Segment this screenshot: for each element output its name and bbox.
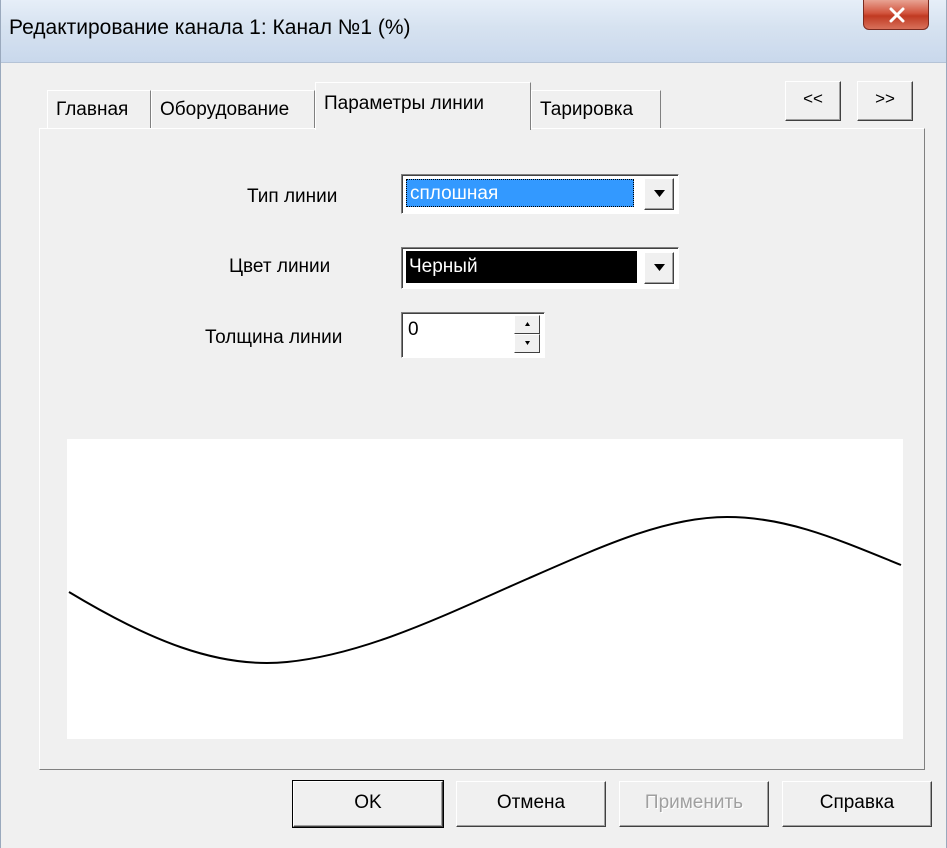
tab-main[interactable]: Главная [47, 90, 151, 128]
tab-calibration[interactable]: Тарировка [531, 90, 661, 128]
prev-tab-button[interactable]: << [785, 81, 841, 121]
line-preview [67, 439, 903, 739]
chevron-down-icon [654, 190, 665, 197]
tab-equipment-label: Оборудование [160, 99, 290, 120]
next-tab-label: >> [875, 89, 895, 108]
close-button[interactable] [863, 0, 929, 30]
line-color-dropdown-button[interactable] [644, 252, 674, 284]
line-color-label: Цвет линии [229, 256, 331, 277]
chevron-down-icon [525, 341, 530, 345]
dialog-window: Редактирование канала 1: Канал №1 (%) Гл… [0, 0, 947, 848]
tab-calibration-label: Тарировка [540, 99, 634, 120]
close-icon [889, 7, 905, 23]
line-width-spinner[interactable]: 0 [401, 312, 545, 358]
cancel-button[interactable]: Отмена [456, 781, 606, 827]
tab-line-parameters[interactable]: Параметры линии [315, 82, 531, 130]
line-color-value: Черный [406, 251, 637, 283]
chevron-down-icon [654, 264, 665, 271]
ok-button[interactable]: OK [292, 780, 444, 828]
line-type-dropdown-button[interactable] [644, 178, 674, 210]
line-width-value: 0 [408, 319, 419, 340]
title-bar[interactable]: Редактирование канала 1: Канал №1 (%) [1, 0, 946, 63]
spin-up-button[interactable] [514, 315, 540, 334]
tab-main-label: Главная [56, 99, 129, 120]
line-color-dropdown[interactable]: Черный [401, 247, 679, 289]
line-type-value: сплошная [406, 179, 634, 207]
apply-button[interactable]: Применить [619, 781, 769, 827]
window-title: Редактирование канала 1: Канал №1 (%) [9, 16, 411, 39]
spin-down-button[interactable] [514, 334, 540, 353]
prev-tab-label: << [803, 89, 823, 108]
line-type-dropdown[interactable]: сплошная [401, 174, 679, 214]
line-width-label: Толщина линии [205, 327, 343, 348]
help-button[interactable]: Справка [782, 781, 932, 827]
tab-line-parameters-label: Параметры линии [324, 93, 484, 114]
tab-equipment[interactable]: Оборудование [151, 90, 315, 128]
chevron-up-icon [525, 322, 530, 326]
line-type-label: Тип линии [247, 186, 338, 207]
line-preview-curve [68, 515, 902, 664]
next-tab-button[interactable]: >> [857, 81, 913, 121]
